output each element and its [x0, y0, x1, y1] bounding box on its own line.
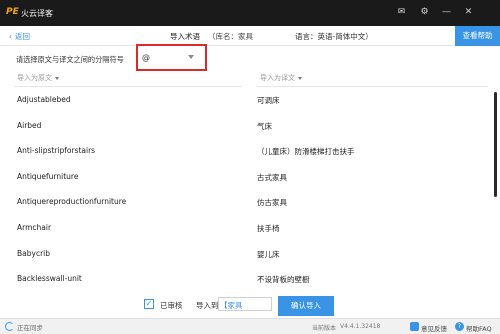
app-logo: PE — [6, 7, 19, 17]
source-column-select[interactable]: 导入为原文 — [17, 73, 59, 85]
library-name: （库名：家具 — [208, 32, 253, 41]
confirm-import-button[interactable]: 确认导入 — [278, 296, 334, 316]
term-target: 气床 — [257, 121, 272, 131]
page-title: 导入术语 （库名：家具 — [170, 31, 253, 42]
column-divider — [256, 86, 488, 87]
dropdown-arrow-icon — [298, 76, 302, 80]
term-target: 可调床 — [257, 96, 280, 105]
term-source: Airbed — [17, 120, 42, 130]
help-icon[interactable]: ? — [455, 322, 464, 331]
term-row[interactable]: Antiquereproductionfurniture 仿古家具 — [0, 190, 490, 216]
term-row[interactable]: Babycrib 婴儿床 — [0, 242, 490, 268]
target-column-label: 导入为译文 — [260, 74, 295, 82]
scrollbar[interactable] — [494, 92, 497, 197]
reviewed-checkbox[interactable]: ✓ — [144, 299, 154, 309]
feedback-icon[interactable] — [410, 322, 419, 331]
term-target: 仿古家具 — [257, 198, 287, 208]
term-source: Backlesswall-unit — [17, 274, 82, 284]
term-row[interactable]: Antiquefurniture 古式家具 — [0, 165, 490, 191]
language-info: 语言：英语-简体中文） — [295, 32, 373, 41]
title-bar: PE 火云译客 ✉ ⚙ — ✕ — [0, 0, 500, 26]
separator-label: 请选择原文与译文之间的分隔符号 — [16, 55, 124, 64]
term-source: Armchair — [17, 222, 52, 232]
term-row[interactable]: Airbed 气床 — [0, 114, 490, 140]
term-source: Antiquefurniture — [17, 171, 79, 181]
column-divider — [14, 86, 242, 87]
reviewed-label: 已审核 — [160, 301, 183, 310]
term-row[interactable]: Backlesswall-unit 不设背板的壁橱 — [0, 267, 490, 293]
separator-value: @ — [142, 53, 150, 62]
mail-icon[interactable]: ✉ — [396, 7, 407, 18]
term-row[interactable]: Adjustablebed 可调床 — [0, 88, 490, 114]
minimize-icon[interactable]: — — [441, 7, 452, 18]
version-value: V4.4.1.32418 — [340, 323, 381, 330]
version-label: 当前版本 — [312, 325, 337, 332]
dropdown-arrow-icon — [55, 76, 59, 80]
term-target: 不设背板的壁橱 — [257, 275, 310, 285]
target-library-value: 【家具 — [220, 301, 243, 310]
term-row[interactable]: Anti-slipstripforstairs （儿童床）防滑楼梯打击扶手 — [0, 139, 490, 165]
term-target: 扶手椅 — [257, 223, 280, 233]
page-title-text: 导入术语 — [170, 32, 200, 41]
gear-icon[interactable]: ⚙ — [419, 7, 430, 18]
separator-select[interactable]: @ — [136, 44, 207, 71]
term-source: Anti-slipstripforstairs — [17, 146, 96, 156]
status-bar: 正在同步 当前版本 V4.4.1.32418 意见反馈 ? 帮助FAQ — [0, 318, 500, 334]
term-row[interactable]: Armchair 扶手椅 — [0, 216, 490, 242]
source-column-label: 导入为原文 — [17, 74, 52, 82]
chevron-down-icon — [188, 55, 194, 59]
term-target: 古式家具 — [257, 172, 287, 182]
import-to-label: 导入到 — [196, 301, 219, 310]
help-button[interactable]: 查看帮助 — [455, 26, 500, 46]
term-source: Adjustablebed — [17, 95, 71, 104]
term-source: Babycrib — [17, 248, 50, 258]
target-column-select[interactable]: 导入为译文 — [260, 73, 302, 85]
back-label: 返回 — [15, 32, 30, 41]
faq-link[interactable]: 帮助FAQ — [466, 323, 492, 333]
feedback-link[interactable]: 意见反馈 — [421, 323, 447, 333]
sync-status: 正在同步 — [17, 324, 43, 332]
back-button[interactable]: ‹ 返回 — [9, 31, 30, 42]
term-target: （儿童床）防滑楼梯打击扶手 — [257, 147, 355, 157]
sync-icon — [5, 322, 14, 331]
terms-list: Adjustablebed 可调床 Airbed 气床 Anti-slipstripfo… — [0, 88, 490, 318]
chevron-left-icon: ‹ — [9, 32, 12, 41]
close-icon[interactable]: ✕ — [463, 7, 474, 18]
page-header: ‹ 返回 导入术语 （库名：家具 语言：英语-简体中文） — [0, 26, 500, 46]
term-target: 婴儿床 — [257, 249, 280, 259]
term-source: Antiquereproductionfurniture — [17, 197, 127, 207]
separator-row: 请选择原文与译文之间的分隔符号 — [0, 47, 500, 71]
app-name: 火云译客 — [21, 9, 53, 18]
